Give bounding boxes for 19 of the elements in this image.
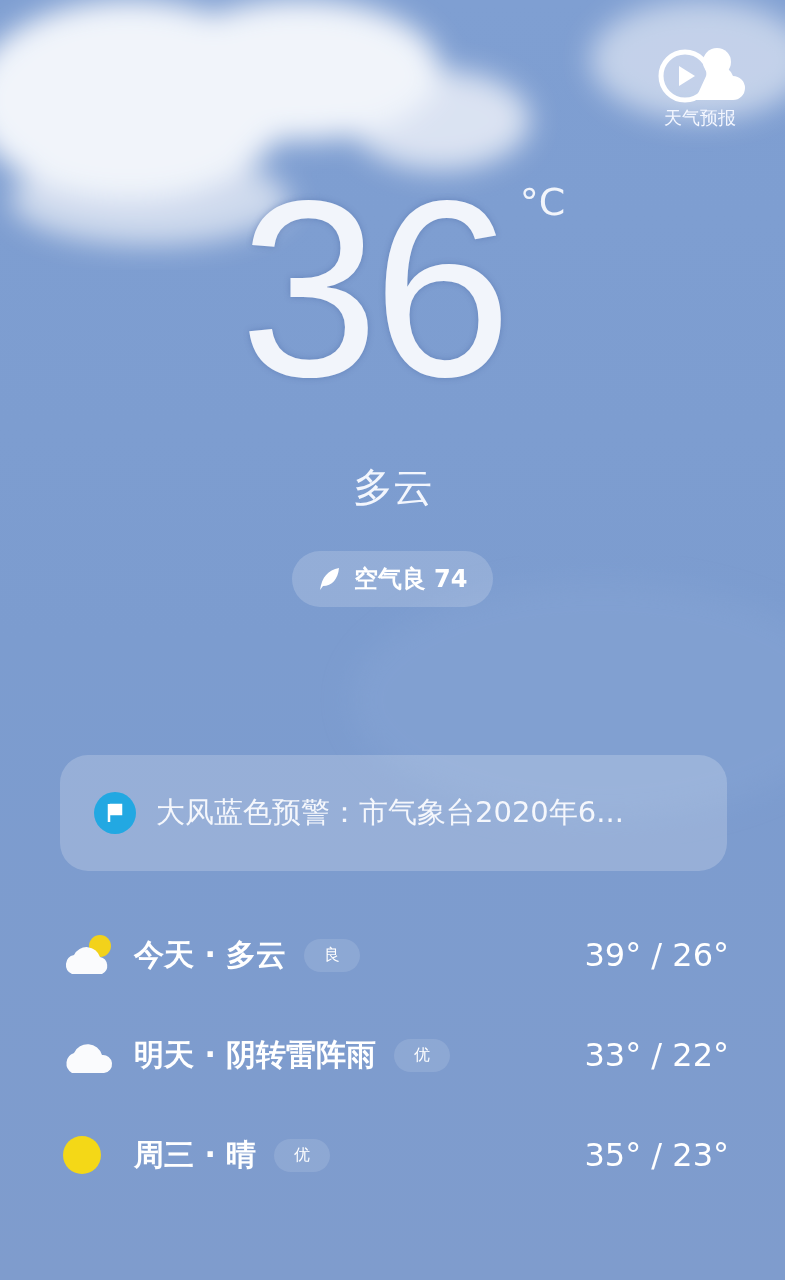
air-quality-tag: 优 — [274, 1138, 331, 1172]
temperature-unit: °C — [519, 180, 566, 224]
forecast-day: 今天 · 多云 — [134, 934, 287, 976]
forecast-day: 明天 · 阴转雷阵雨 — [134, 1034, 377, 1076]
flag-icon — [94, 792, 136, 834]
temperature: 36 — [239, 190, 506, 390]
brand-label: 天气预报 — [664, 106, 736, 130]
forecast-day: 周三 · 晴 — [134, 1134, 257, 1176]
temperature-range: 35° / 23° — [584, 1136, 729, 1174]
leaf-icon — [317, 567, 340, 591]
air-quality-tag: 优 — [394, 1038, 451, 1072]
temperature-range: 33° / 22° — [584, 1036, 729, 1074]
warning-text: 大风蓝色预警：市气象台2020年6... — [156, 794, 624, 831]
air-quality-tag: 良 — [304, 938, 361, 972]
warning-card[interactable]: 大风蓝色预警：市气象台2020年6... — [60, 755, 727, 871]
weather-condition: 多云 — [352, 463, 433, 512]
air-quality-text: 空气良 74 — [353, 564, 468, 595]
temperature-range: 39° / 26° — [584, 936, 729, 974]
air-quality-badge[interactable]: 空气良 74 — [291, 551, 494, 607]
